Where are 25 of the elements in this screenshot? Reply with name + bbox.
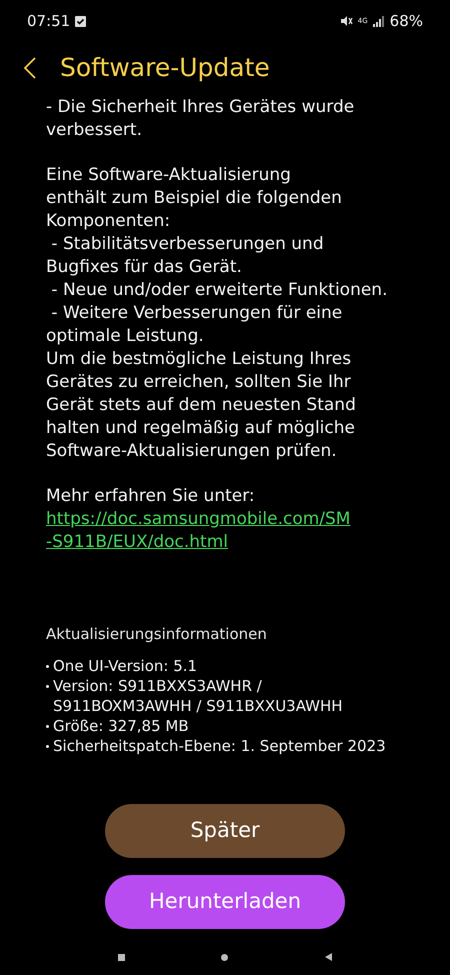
section-heading: Aktualisierungsinformationen	[46, 624, 268, 644]
bullet-icon	[46, 685, 49, 688]
status-time: 07:51	[27, 10, 70, 32]
documentation-link[interactable]: https://doc.samsungmobile.com/SM -S911B/EUX/doc.html	[46, 508, 350, 554]
home-icon[interactable]	[221, 954, 228, 960]
bullet-icon	[46, 725, 49, 728]
action-button[interactable]: Herunterladen	[105, 875, 345, 929]
action-button[interactable]: Später	[105, 804, 345, 858]
battery-percentage: 68%	[390, 10, 423, 32]
bullet-icon	[46, 745, 49, 748]
body-text: - Die Sicherheit Ihres Gerätes wurde verbessert.	[46, 96, 356, 142]
body-text: Eine Software-Aktualisierung enthält zum Beispiel die folgenden Komponenten: - Stabilitätsverbesserungen und Bugfixes für das Gerät. - Neue und/oder erweiterte Funktionen. - Weitere Verbesserungen für eine optimale Leistung. Um die bestmögliche Leistung Ihres Gerätes zu erreichen, sollten Sie Ihr Gerät stets auf dem neuesten Stand halten und regelmäßig auf mögliche Software-Aktualisierungen prüfen.	[46, 164, 388, 463]
signal-icon	[372, 16, 385, 26]
checkbox-notification-icon	[75, 16, 86, 26]
body-text: Mehr erfahren Sie unter:	[46, 485, 256, 508]
info-item: One UI-Version: 5.1	[53, 656, 198, 676]
back-nav-icon[interactable]	[324, 953, 332, 961]
back-icon[interactable]	[24, 57, 36, 79]
bullet-icon	[46, 665, 49, 668]
page-title: Software-Update	[60, 52, 270, 84]
recent-apps-icon[interactable]	[118, 954, 126, 960]
info-item: Version: S911BXXS3AWHR / S911BOXM3AWHH / S911BXXU3AWHH	[53, 676, 343, 716]
mute-icon	[340, 15, 353, 27]
info-item: Größe: 327,85 MB	[53, 716, 189, 736]
info-item: Sicherheitspatch-Ebene: 1. September 2023	[53, 736, 386, 756]
